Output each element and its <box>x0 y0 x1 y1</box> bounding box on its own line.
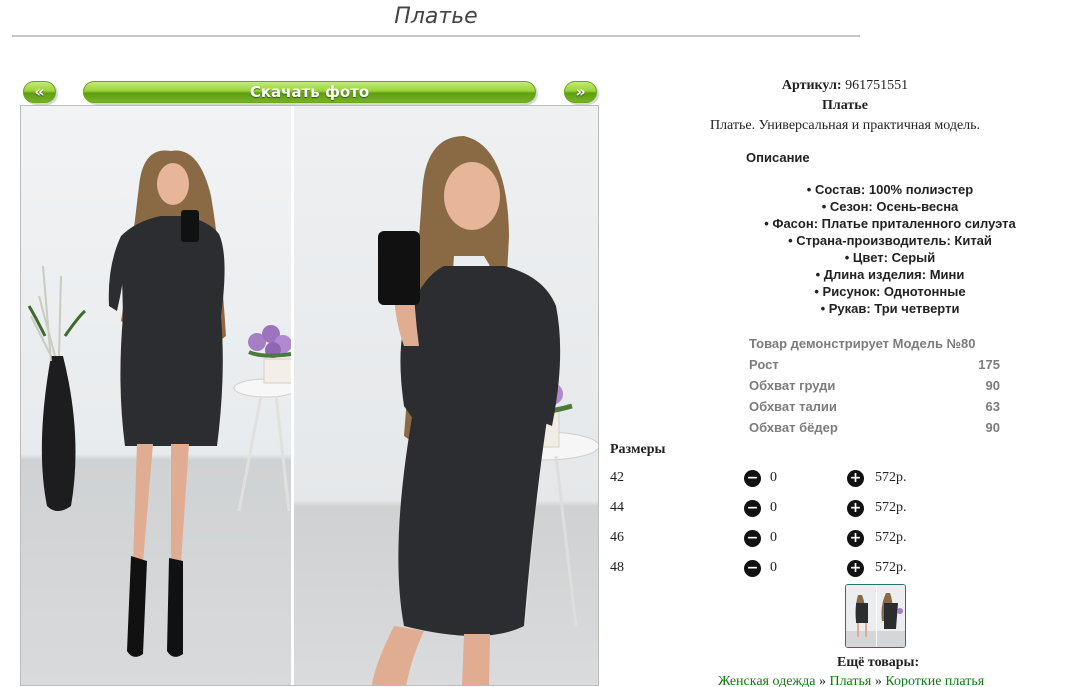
feature-item: • Страна-производитель: Китай <box>788 233 992 248</box>
feature-item: • Рукав: Три четверти <box>820 301 960 316</box>
feature-item: • Длина изделия: Мини <box>815 267 965 282</box>
product-name: Платье <box>822 98 868 113</box>
size-row: 46 − 0 + 572р. <box>610 530 930 550</box>
title-divider <box>12 35 860 37</box>
minus-icon[interactable]: − <box>744 530 761 547</box>
product-thumbnail[interactable] <box>845 584 906 648</box>
breadcrumb-link-dresses[interactable]: Платья <box>829 674 871 687</box>
measurement-row: Рост 175 <box>749 354 1000 375</box>
feature-item: • Фасон: Платье приталенного силуэта <box>764 216 1016 231</box>
next-photo-button[interactable]: » <box>564 81 597 103</box>
feature-item: • Состав: 100% полиэстер <box>806 182 974 197</box>
size-price: 572р. <box>875 470 907 485</box>
feature-list: • Состав: 100% полиэстер • Сезон: Осень-… <box>690 181 1090 317</box>
quantity-value: 0 <box>770 530 777 545</box>
minus-icon[interactable]: − <box>744 560 761 577</box>
quantity-value: 0 <box>770 470 777 485</box>
article-line: Артикул: 961751551 <box>610 76 1080 96</box>
measurement-label: Обхват груди <box>749 378 836 393</box>
measurement-value: 90 <box>985 378 1000 393</box>
measurement-row: Товар демонстрирует Модель №80 <box>749 333 1000 354</box>
prev-photo-button[interactable]: « <box>23 81 56 103</box>
size-label: 42 <box>610 470 624 485</box>
description-heading: Описание <box>746 150 810 165</box>
minus-icon[interactable]: − <box>744 470 761 487</box>
measurement-value: 175 <box>978 357 1000 372</box>
size-row: 42 − 0 + 572р. <box>610 470 930 490</box>
breadcrumb-link-womens-clothing[interactable]: Женская одежда <box>718 674 815 687</box>
breadcrumb-separator: » <box>815 674 830 687</box>
feature-item: • Цвет: Серый <box>844 250 936 265</box>
size-label: 44 <box>610 500 624 515</box>
plus-icon[interactable]: + <box>847 560 864 577</box>
size-label: 46 <box>610 530 624 545</box>
quantity-value: 0 <box>770 560 777 575</box>
product-photo-front <box>21 106 291 685</box>
more-products-heading: Ещё товары: <box>837 655 920 670</box>
measurement-label: Обхват талии <box>749 399 837 414</box>
measurement-row: Обхват бёдер 90 <box>749 417 1000 438</box>
breadcrumb: Женская одежда » Платья » Короткие плать… <box>718 674 984 687</box>
page-title: Платье <box>394 4 478 29</box>
quantity-value: 0 <box>770 500 777 515</box>
measurement-label: Товар демонстрирует Модель №80 <box>749 336 976 351</box>
download-photo-button[interactable]: Скачать фото <box>83 81 536 103</box>
feature-item: • Сезон: Осень-весна <box>821 199 959 214</box>
plus-icon[interactable]: + <box>847 470 864 487</box>
article-value: 961751551 <box>845 78 909 93</box>
measurement-row: Обхват талии 63 <box>749 396 1000 417</box>
breadcrumb-link-short-dresses[interactable]: Короткие платья <box>885 674 984 687</box>
product-tagline: Платье. Универсальная и практичная модел… <box>709 118 981 133</box>
minus-icon[interactable]: − <box>744 500 761 517</box>
measurement-value: 63 <box>985 399 1000 414</box>
plus-icon[interactable]: + <box>847 530 864 547</box>
plus-icon[interactable]: + <box>847 500 864 517</box>
size-price: 572р. <box>875 560 907 575</box>
measurement-value: 90 <box>985 420 1000 435</box>
size-price: 572р. <box>875 530 907 545</box>
product-photo[interactable] <box>20 105 599 686</box>
size-row: 48 − 0 + 572р. <box>610 560 930 580</box>
size-row: 44 − 0 + 572р. <box>610 500 930 520</box>
sizes-heading: Размеры <box>610 442 666 457</box>
measurement-row: Обхват груди 90 <box>749 375 1000 396</box>
measurement-label: Обхват бёдер <box>749 420 838 435</box>
size-price: 572р. <box>875 500 907 515</box>
breadcrumb-separator: » <box>871 674 886 687</box>
size-label: 48 <box>610 560 624 575</box>
article-label: Артикул: <box>781 78 842 93</box>
model-measurements: Товар демонстрирует Модель №80 Рост 175 … <box>749 333 1000 438</box>
product-info: Артикул: 961751551 Платье Платье. Универ… <box>610 76 1080 136</box>
measurement-label: Рост <box>749 357 779 372</box>
product-photo-mirror <box>294 106 598 685</box>
feature-item: • Рисунок: Однотонные <box>814 284 966 299</box>
